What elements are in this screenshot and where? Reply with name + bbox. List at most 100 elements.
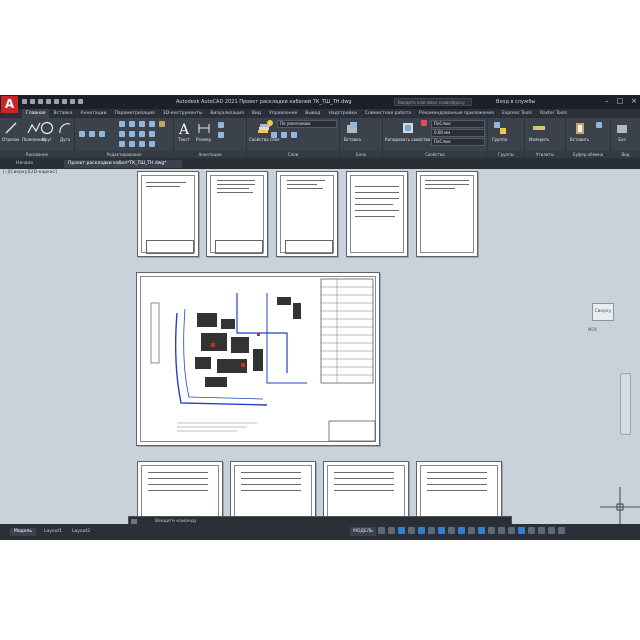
arc-button[interactable]: Дуга <box>58 121 72 142</box>
isolate-objects-icon[interactable] <box>528 527 535 534</box>
drawing-sheet-2[interactable] <box>206 171 268 257</box>
polar-icon[interactable] <box>408 527 415 534</box>
units-icon[interactable] <box>508 527 515 534</box>
tab-raster-tools[interactable]: Raster Tools <box>536 109 571 118</box>
paste-button[interactable]: Вставить <box>570 121 589 142</box>
tab-3d-tools[interactable]: 3D-инструменты <box>159 109 207 118</box>
lineweight-icon[interactable] <box>438 527 445 534</box>
layer-state-icon[interactable] <box>271 132 277 138</box>
selection-cycling-icon[interactable] <box>458 527 465 534</box>
text-button[interactable]: A Текст <box>177 121 191 142</box>
navigation-bar[interactable] <box>620 373 631 435</box>
model-space-toggle[interactable]: МОДЕЛЬ <box>350 527 377 536</box>
tab-express-tools[interactable]: Express Tools <box>498 109 536 118</box>
linetype-dropdown[interactable]: ПоСлою <box>431 138 485 146</box>
tab-manage[interactable]: Управление <box>265 109 301 118</box>
viewcube-face[interactable]: Сверху <box>592 303 614 321</box>
drawing-sheet-3[interactable] <box>276 171 338 257</box>
move-icon[interactable] <box>119 121 125 127</box>
plot-icon[interactable] <box>54 99 59 104</box>
graphics-performance-icon[interactable] <box>538 527 545 534</box>
transparency-icon[interactable] <box>448 527 455 534</box>
circle-button[interactable]: Круг <box>40 121 54 142</box>
tab-view[interactable]: Вид <box>248 109 265 118</box>
file-tab-drawing[interactable]: Проект раскладки кабел*ТК_ТШ_ТН.dwg* <box>64 160 182 168</box>
base-button[interactable]: Баз <box>615 121 629 142</box>
line-button[interactable]: Отрезок <box>2 121 19 142</box>
fillet-icon[interactable] <box>139 131 145 137</box>
block-panel-label[interactable]: Блок <box>340 151 382 158</box>
customization-icon[interactable] <box>558 527 565 534</box>
layout-tab-layout1[interactable]: Layout1 <box>40 528 66 536</box>
table-icon[interactable] <box>218 132 224 138</box>
drawing-area[interactable]: [–][Сверху][2D-каркас] Сверху МСК <box>0 169 640 527</box>
modify-panel-label[interactable]: Редактирование <box>75 151 173 158</box>
maximize-icon[interactable]: □ <box>617 97 624 105</box>
layer-match-icon[interactable] <box>281 132 287 138</box>
wcs-menu[interactable]: МСК <box>588 327 597 332</box>
workspace-gear-icon[interactable] <box>488 527 495 534</box>
copy-icon[interactable] <box>119 131 125 137</box>
osnap-icon[interactable] <box>418 527 425 534</box>
open-icon[interactable] <box>30 99 35 104</box>
properties-panel-label[interactable]: Свойства <box>383 151 487 158</box>
layout-tab-model[interactable]: Модель <box>10 528 37 536</box>
save-icon[interactable] <box>38 99 43 104</box>
lineweight-dropdown[interactable]: 0.00 мм <box>431 129 485 137</box>
otrack-icon[interactable] <box>428 527 435 534</box>
tab-insert[interactable]: Вставка <box>49 109 76 118</box>
utilities-panel-label[interactable]: Утилиты <box>525 151 565 158</box>
view-panel-label[interactable]: Вид <box>611 151 640 158</box>
viewport-controls[interactable]: [–][Сверху][2D-каркас] <box>3 170 57 175</box>
dimension-button[interactable]: Размер <box>196 121 211 142</box>
annotation-scale-icon[interactable] <box>468 527 475 534</box>
file-tab-start[interactable]: Начало <box>12 160 37 168</box>
redo-icon[interactable] <box>70 99 75 104</box>
close-icon[interactable]: × <box>631 97 637 105</box>
layer-dropdown[interactable]: По умолчанию <box>277 120 337 128</box>
save-as-icon[interactable] <box>46 99 51 104</box>
app-logo-button[interactable]: A <box>1 96 18 113</box>
undo-icon[interactable] <box>62 99 67 104</box>
array-icon[interactable] <box>139 141 145 147</box>
ortho-icon[interactable] <box>398 527 405 534</box>
clean-screen-icon[interactable] <box>548 527 555 534</box>
annotation-visibility-icon[interactable] <box>478 527 485 534</box>
groups-panel-label[interactable]: Группы <box>488 151 524 158</box>
layers-panel-label[interactable]: Слои <box>247 151 339 158</box>
leader-icon[interactable] <box>218 122 224 128</box>
erase-icon[interactable] <box>149 121 155 127</box>
trim-icon[interactable] <box>139 121 145 127</box>
annotation-panel-label[interactable]: Аннотации <box>174 151 246 158</box>
layout-tab-layout2[interactable]: Layout2 <box>68 528 94 536</box>
tab-featured-apps[interactable]: Рекомендованные приложения <box>415 109 498 118</box>
explode-icon[interactable] <box>149 131 155 137</box>
mirror-icon[interactable] <box>129 131 135 137</box>
snap-icon[interactable] <box>388 527 395 534</box>
tab-parametric[interactable]: Параметризация <box>111 109 159 118</box>
new-icon[interactable] <box>22 99 27 104</box>
drawing-sheet-1[interactable] <box>137 171 199 257</box>
sign-in-button[interactable]: Вход в службы <box>496 99 535 105</box>
tab-output[interactable]: Вывод <box>301 109 324 118</box>
stretch-icon[interactable] <box>119 141 125 147</box>
tab-visualize[interactable]: Визуализация <box>206 109 247 118</box>
group-button[interactable]: Группа <box>492 121 507 142</box>
site-plan-sheet[interactable] <box>136 272 380 446</box>
clipboard-panel-label[interactable]: Буфер обмена <box>566 151 610 158</box>
draw-panel-label[interactable]: Рисование <box>0 151 74 158</box>
drawing-sheet-4[interactable] <box>346 171 408 257</box>
measure-button[interactable]: Измерить <box>529 121 549 142</box>
tab-addins[interactable]: Надстройки <box>324 109 361 118</box>
grid-icon[interactable] <box>378 527 385 534</box>
quick-properties-icon[interactable] <box>518 527 525 534</box>
copy-clip-icon[interactable] <box>596 122 602 128</box>
layer-isolate-icon[interactable] <box>291 132 297 138</box>
share-icon[interactable] <box>78 99 83 104</box>
viewcube[interactable]: Сверху <box>590 299 614 323</box>
point-icon[interactable] <box>79 131 85 137</box>
hatch-icon[interactable] <box>89 131 95 137</box>
edit-icon[interactable] <box>159 121 165 127</box>
scale-icon[interactable] <box>129 141 135 147</box>
tab-home[interactable]: Главная <box>22 109 50 118</box>
